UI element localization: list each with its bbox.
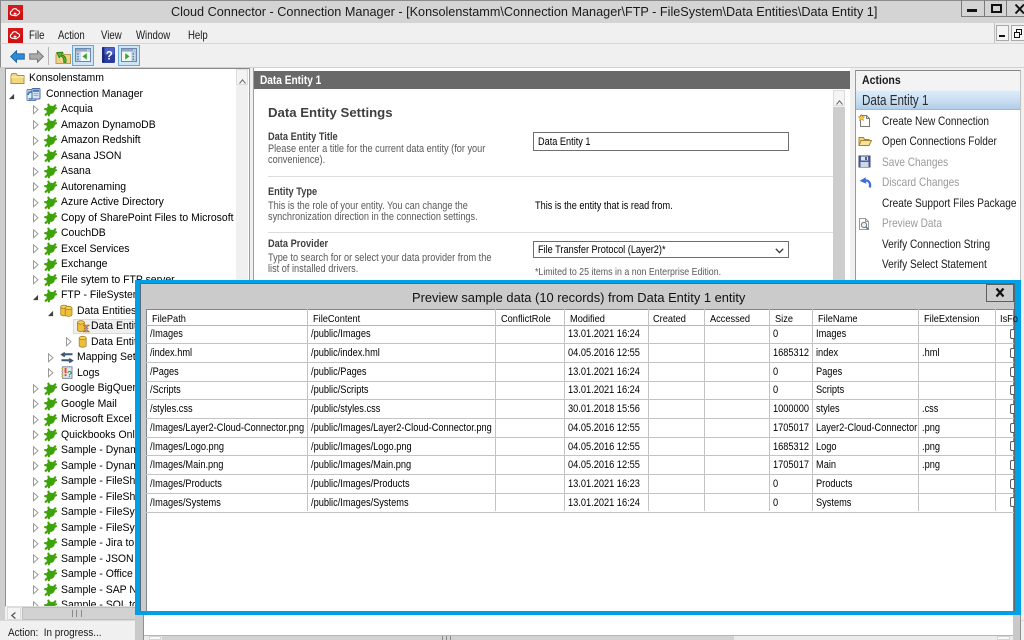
svg-text:?: ? bbox=[106, 51, 113, 63]
svg-text:?: ? bbox=[67, 369, 72, 379]
